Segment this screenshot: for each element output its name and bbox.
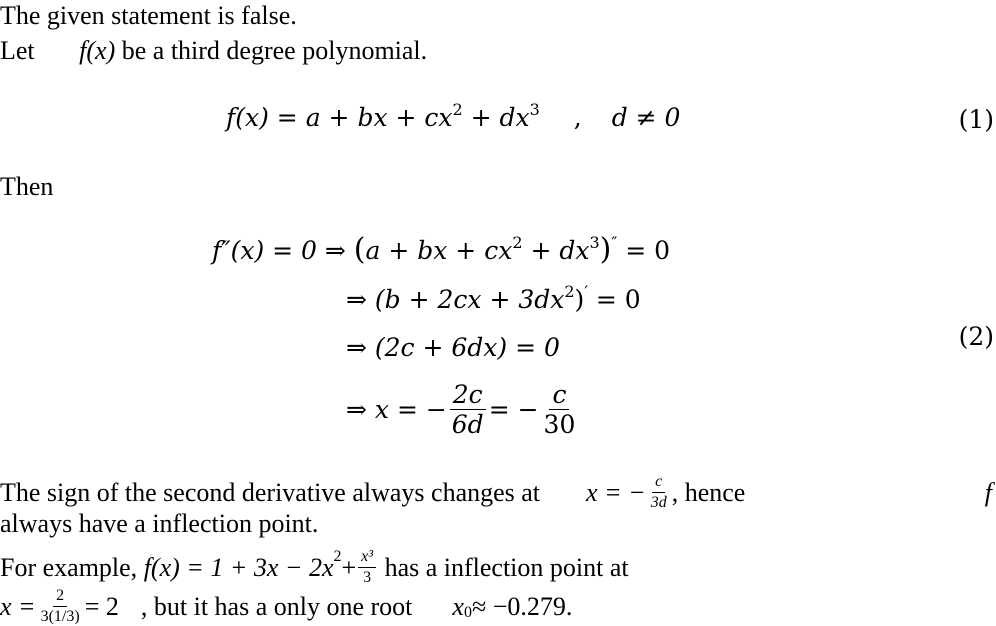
eq1-exp2: 2 bbox=[452, 100, 463, 119]
hence-text: , hence bbox=[671, 477, 746, 507]
exponent-2: 2 bbox=[333, 547, 342, 565]
conclusion-line-2: always have a inflection point. bbox=[0, 509, 319, 538]
equation-2-line-3: ⇒ (2c + 6dx) = 0 bbox=[346, 333, 560, 362]
numerator: 2c bbox=[449, 382, 486, 410]
statement-line: The given statement is false. bbox=[0, 1, 297, 30]
root-subscript: 0 bbox=[463, 603, 472, 621]
eq2-line4-prefix: ⇒ x = − bbox=[346, 395, 447, 424]
root-value: ≈ −0.279. bbox=[471, 591, 573, 621]
double-prime: ″ bbox=[611, 233, 618, 252]
paren-open: ( bbox=[353, 232, 366, 267]
eq1-condition: d ≠ 0 bbox=[611, 103, 681, 132]
equation-2-line-1: f″(x) = 0 ⇒ (a + bx + cx2 + dx3)″ = 0 bbox=[212, 235, 670, 265]
denominator: 30 bbox=[543, 410, 576, 439]
f-symbol: f bbox=[984, 477, 992, 507]
then-label: Then bbox=[0, 172, 54, 201]
eq1-separator: , bbox=[573, 103, 582, 132]
fraction-2c-6d: 2c 6d bbox=[449, 382, 487, 437]
fraction-x3-3: x³ 3 bbox=[358, 549, 377, 586]
x-equals: x = − bbox=[586, 477, 646, 507]
equation-number-2: (2) bbox=[958, 322, 994, 351]
eq1-dx: + dx bbox=[462, 103, 530, 132]
eq2-exp3: 3 bbox=[589, 233, 600, 252]
numerator: c bbox=[549, 382, 570, 410]
definition-text: be a third degree polynomial. bbox=[121, 36, 428, 65]
conclusion-text: The sign of the second derivative always… bbox=[0, 477, 541, 507]
eq2-rhs: = 0 bbox=[617, 236, 671, 265]
root-variable: x bbox=[452, 591, 464, 621]
eq2-body2: + dx bbox=[522, 236, 590, 265]
equation-2-line-4: ⇒ x = − 2c 6d = − c 30 bbox=[346, 382, 580, 437]
fraction-c-3d: c 3d bbox=[648, 474, 670, 511]
denominator: 3d bbox=[650, 494, 667, 511]
implies-arrow: ⇒ bbox=[346, 285, 375, 314]
eq2-line2-rhs: = 0 bbox=[587, 285, 641, 314]
eq2-body: a + bx + cx bbox=[365, 236, 513, 265]
eq2-line2-exp: 2 bbox=[564, 282, 575, 301]
prime: ′ bbox=[584, 282, 588, 301]
definition-line: Let f(x) be a third degree polynomial. bbox=[0, 38, 427, 64]
plus: + bbox=[341, 552, 357, 582]
conclusion-line-1: The sign of the second derivative always… bbox=[0, 474, 996, 511]
numerator: c bbox=[652, 474, 666, 493]
numerator: 2 bbox=[53, 588, 68, 607]
eq2-lhs: f″(x) = 0 ⇒ bbox=[212, 236, 354, 265]
eq1-exp3: 3 bbox=[529, 100, 540, 119]
f-of-x: f(x) bbox=[79, 36, 116, 65]
fraction-2-over-3-third: 2 3(1/3) bbox=[38, 588, 83, 625]
paren-close: ) bbox=[599, 232, 612, 267]
equals-two: = 2 bbox=[84, 591, 119, 621]
example-line: For example, f(x) = 1 + 3x − 2x 2 + x³ 3 h… bbox=[0, 547, 629, 586]
equation-1: f(x) = a + bx + cx2 + dx3 , d ≠ 0 bbox=[226, 102, 681, 132]
denominator: 3 bbox=[363, 569, 372, 586]
eq1-polynomial: f(x) = a + bx + cx bbox=[226, 103, 453, 132]
equation-number-1: (1) bbox=[958, 105, 994, 134]
root-line: x = 2 3(1/3) = 2 , but it has a only one … bbox=[0, 588, 572, 625]
eq2-line4-mid: = − bbox=[488, 395, 539, 424]
fraction-c-30: c 30 bbox=[541, 382, 579, 437]
let-word: Let bbox=[0, 36, 35, 65]
example-function: f(x) = 1 + 3x − 2x bbox=[143, 552, 334, 582]
x-equals: x = bbox=[0, 591, 36, 621]
eq2-line2-body: (b + 2cx + 3dx bbox=[374, 285, 565, 314]
example-suffix: has a inflection point at bbox=[384, 552, 629, 582]
example-prefix: For example, bbox=[0, 552, 138, 582]
paren-close: ) bbox=[574, 285, 585, 314]
denominator: 3(1/3) bbox=[40, 608, 80, 625]
denominator: 6d bbox=[451, 410, 484, 439]
eq2-exp2: 2 bbox=[512, 233, 523, 252]
numerator: x³ bbox=[358, 549, 377, 568]
root-text: , but it has a only one root bbox=[140, 591, 413, 621]
equation-2-line-2: ⇒ (b + 2cx + 3dx2)′ = 0 bbox=[346, 284, 641, 314]
